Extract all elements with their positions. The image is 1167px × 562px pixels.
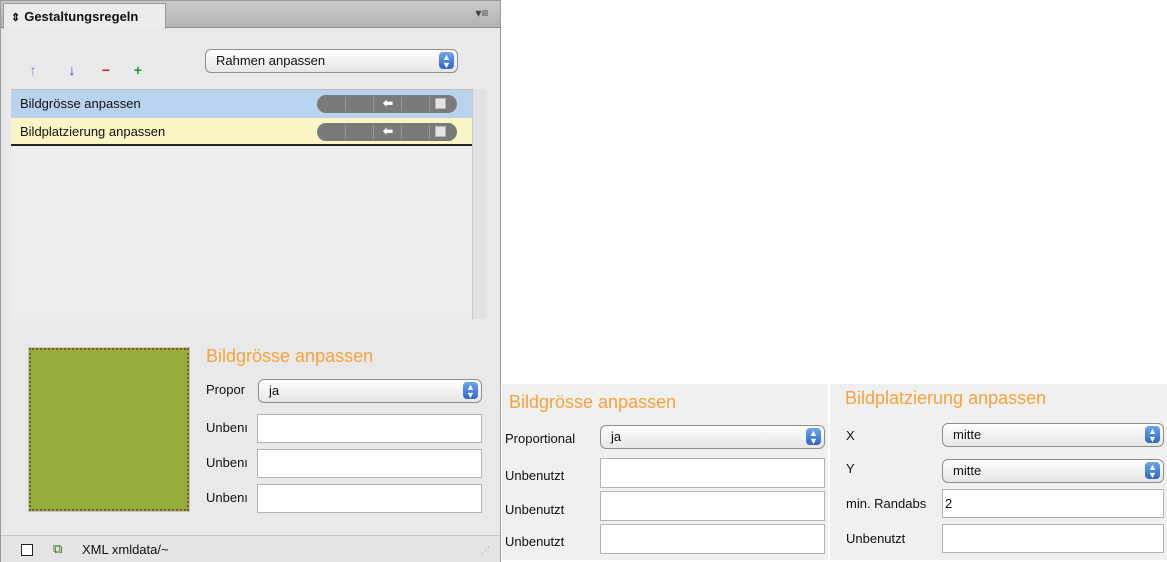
prop-label: Unbenutzt bbox=[505, 534, 565, 549]
list-scrollbar[interactable] bbox=[472, 89, 487, 319]
panel-tab-bar: ⇕ Gestaltungsregeln ▾≡ bbox=[1, 1, 500, 29]
arrow-left-icon[interactable]: ⬅ bbox=[383, 96, 393, 110]
proportional-value: ja bbox=[611, 429, 622, 444]
rule-label: Bildplatzierung anpassen bbox=[20, 124, 166, 139]
frame-type-value: Rahmen anpassen bbox=[216, 53, 326, 68]
props-heading: Bildgrösse anpassen bbox=[206, 346, 374, 366]
x-position-value: mitte bbox=[953, 427, 982, 442]
dropdown-stepper-icon: ▲ ▼ bbox=[439, 52, 454, 70]
panel-menu-icon[interactable]: ▾≡ bbox=[471, 6, 493, 22]
prop-label: Unbenutzt bbox=[846, 531, 906, 546]
snippet-heading: Bildgrösse anpassen bbox=[509, 392, 677, 412]
checkbox-icon[interactable] bbox=[21, 544, 33, 556]
dropdown-stepper-icon: ▲ ▼ bbox=[806, 428, 821, 446]
proportional-select[interactable]: ja ▲ ▼ bbox=[258, 379, 482, 403]
unused-field[interactable] bbox=[942, 524, 1164, 553]
rule-item-bildplatzierung[interactable]: Bildplatzierung anpassen ⬅ bbox=[11, 118, 472, 146]
unused-field-1[interactable] bbox=[257, 414, 482, 443]
x-position-select[interactable]: mitte ▲ ▼ bbox=[942, 423, 1164, 447]
panel-tab-label: Gestaltungsregeln bbox=[24, 9, 139, 24]
frame-type-dropdown[interactable]: Rahmen anpassen ▲ ▼ bbox=[205, 49, 458, 73]
proportional-value: ja bbox=[269, 383, 280, 398]
resize-grip-icon[interactable]: ⋰ bbox=[481, 545, 490, 556]
square-icon[interactable] bbox=[435, 126, 446, 137]
square-icon[interactable] bbox=[435, 98, 446, 109]
rule-item-bildgroesse[interactable]: Bildgrösse anpassen ⬅ bbox=[11, 90, 472, 118]
unused-field-3[interactable] bbox=[600, 524, 825, 554]
add-button[interactable]: + bbox=[129, 61, 147, 79]
y-position-value: mitte bbox=[953, 463, 982, 478]
unused-field-2[interactable] bbox=[257, 449, 482, 478]
arrow-left-icon[interactable]: ⬅ bbox=[383, 124, 393, 138]
move-down-button[interactable]: ↓ bbox=[63, 61, 81, 79]
prop-label: Unbenı bbox=[206, 455, 248, 470]
prop-label: Proportional bbox=[505, 431, 576, 446]
xml-path-label: XML xmldata/~ bbox=[82, 542, 169, 557]
unused-field-1[interactable] bbox=[600, 458, 825, 488]
rule-label: Bildgrösse anpassen bbox=[20, 96, 141, 111]
snippet-bildgroesse: Bildgrösse anpassen Proportional ja ▲ ▼ U… bbox=[502, 384, 828, 560]
snippet-bildplatzierung: Bildplatzierung anpassen X mitte ▲ ▼ Y mi… bbox=[830, 384, 1167, 560]
rules-list: Bildgrösse anpassen ⬅ Bildplatzierung an… bbox=[11, 89, 472, 319]
dropdown-stepper-icon: ▲ ▼ bbox=[463, 382, 478, 400]
prop-label: X bbox=[846, 428, 855, 443]
prop-label: Y bbox=[846, 461, 855, 476]
prop-label: Unbenutzt bbox=[505, 468, 565, 483]
snippet-heading: Bildplatzierung anpassen bbox=[845, 388, 1047, 408]
unused-field-3[interactable] bbox=[257, 484, 482, 513]
updown-arrows-icon: ⇕ bbox=[11, 12, 21, 24]
prop-label: Unbenı bbox=[206, 420, 248, 435]
frames-icon[interactable]: ⧉ bbox=[53, 541, 62, 557]
prop-label: Unbenı bbox=[206, 490, 248, 505]
panel-footer: ⧉ XML xmldata/~ ⋰ bbox=[1, 535, 500, 562]
panel-tab[interactable]: ⇕ Gestaltungsregeln bbox=[3, 3, 166, 29]
gestaltungsregeln-panel: ⇕ Gestaltungsregeln ▾≡ ↑ ↓ − + Rahmen anp… bbox=[0, 0, 501, 562]
prop-label: min. Randabs bbox=[846, 496, 927, 511]
dropdown-stepper-icon: ▲ ▼ bbox=[1145, 462, 1160, 480]
rule-controls[interactable]: ⬅ bbox=[317, 95, 457, 113]
unused-field-2[interactable] bbox=[600, 491, 825, 521]
remove-button[interactable]: − bbox=[97, 61, 115, 79]
min-margin-field[interactable]: 2 bbox=[942, 489, 1164, 518]
proportional-select[interactable]: ja ▲ ▼ bbox=[600, 425, 825, 449]
prop-label: Unbenutzt bbox=[505, 502, 565, 517]
rule-controls[interactable]: ⬅ bbox=[317, 123, 457, 141]
frame-preview bbox=[28, 347, 190, 512]
prop-label: Propor bbox=[206, 382, 246, 397]
dropdown-stepper-icon: ▲ ▼ bbox=[1145, 426, 1160, 444]
move-up-button[interactable]: ↑ bbox=[24, 61, 42, 79]
y-position-select[interactable]: mitte ▲ ▼ bbox=[942, 459, 1164, 483]
